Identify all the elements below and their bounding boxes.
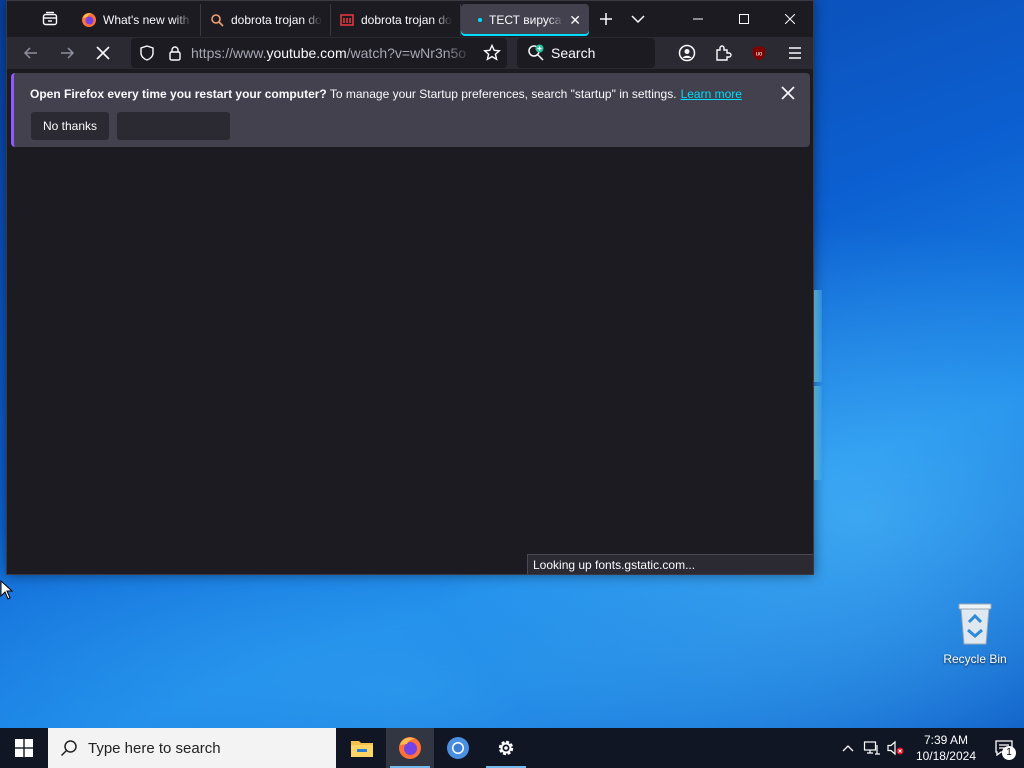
network-button[interactable]: [860, 728, 884, 768]
wallpaper-light-beam: [814, 290, 822, 382]
svg-text:uo: uo: [756, 52, 763, 58]
close-window-button[interactable]: [767, 1, 813, 37]
account-button[interactable]: [669, 37, 705, 69]
tracking-protection-shield-icon[interactable]: [139, 45, 155, 61]
startup-notification-bar: Open Firefox every time you restart your…: [11, 73, 810, 147]
recycle-bin-icon: [955, 600, 995, 646]
loading-dot-icon: [477, 12, 483, 28]
url-text[interactable]: https://www.youtube.com/watch?v=wNr3n5o: [191, 45, 473, 61]
recycle-bin[interactable]: Recycle Bin: [938, 600, 1012, 666]
url-bar[interactable]: https://www.youtube.com/watch?v=wNr3n5o: [131, 38, 507, 68]
close-icon: [781, 86, 795, 100]
tab-test-virus[interactable]: ТЕСТ вируса о ✕: [461, 4, 589, 36]
tab-dobrota-search[interactable]: dobrota trojan do: [201, 4, 331, 36]
firefox-view-icon: [42, 11, 58, 26]
chevron-down-icon: [631, 15, 645, 24]
url-path: /watch?v=wNr3n5o: [346, 45, 467, 61]
url-prefix: https://www.: [191, 45, 267, 61]
window-controls: [675, 1, 813, 37]
hamburger-menu-icon: [789, 47, 801, 59]
gear-icon: [498, 740, 514, 756]
firefox-view-button[interactable]: [27, 1, 73, 37]
tab-dobrota-site[interactable]: dobrota trojan do: [331, 4, 461, 36]
search-bar-placeholder: Search: [551, 45, 596, 61]
stop-loading-button[interactable]: [87, 37, 119, 69]
minimize-button[interactable]: [675, 1, 721, 37]
action-center-button[interactable]: 1: [984, 728, 1024, 768]
close-tab-icon[interactable]: ✕: [569, 12, 581, 29]
tab-title: dobrota trojan do: [231, 13, 322, 27]
learn-more-link[interactable]: Learn more: [681, 87, 742, 101]
file-explorer-taskbar-button[interactable]: [338, 728, 386, 768]
settings-taskbar-button[interactable]: [482, 728, 530, 768]
taskbar-search-placeholder: Type here to search: [88, 739, 221, 757]
minimize-icon: [693, 18, 703, 20]
puzzle-piece-icon: [716, 45, 732, 61]
tab-bar: What's new with dobrota trojan do dobrot…: [7, 1, 813, 37]
tab-title: ТЕСТ вируса о: [489, 13, 564, 27]
stop-icon: [96, 46, 110, 60]
no-thanks-button[interactable]: No thanks: [31, 112, 109, 140]
arrow-left-icon: [23, 47, 37, 59]
close-icon: [785, 14, 795, 24]
taskbar: Type here to search 7:39 AM 10/18/2024 1: [0, 728, 1024, 768]
mouse-cursor-icon: [0, 579, 14, 605]
search-icon: [60, 740, 77, 757]
toolbar-right: uo: [669, 37, 813, 69]
maximize-button[interactable]: [721, 1, 767, 37]
speaker-muted-icon: [887, 740, 904, 756]
show-hidden-icons-button[interactable]: [836, 728, 860, 768]
windows-logo-icon: [15, 739, 33, 757]
firefox-taskbar-button[interactable]: [386, 728, 434, 768]
tab-whats-new[interactable]: What's new with: [73, 4, 201, 36]
tab-title: dobrota trojan do: [361, 13, 452, 27]
notification-message: Open Firefox every time you restart your…: [30, 87, 742, 101]
file-explorer-icon: [351, 741, 373, 757]
status-panel: Looking up fonts.gstatic.com...: [527, 554, 813, 574]
network-icon: [863, 741, 880, 755]
close-notification-button[interactable]: [780, 85, 796, 101]
system-tray: 7:39 AM 10/18/2024 1: [836, 728, 1024, 768]
site-red-icon: [339, 12, 355, 28]
notification-bold-text: Open Firefox every time you restart your…: [30, 87, 327, 101]
clock-date: 10/18/2024: [915, 749, 976, 763]
navigation-toolbar: https://www.youtube.com/watch?v=wNr3n5o …: [7, 37, 813, 69]
url-host: youtube.com: [266, 45, 347, 61]
account-icon: [678, 44, 696, 62]
tab-title: What's new with: [103, 13, 190, 27]
clock-time: 7:39 AM: [923, 733, 968, 747]
chromium-taskbar-button[interactable]: [434, 728, 482, 768]
notification-count-badge: 1: [1002, 746, 1016, 760]
firefox-icon: [81, 12, 97, 28]
search-icon: [209, 12, 225, 28]
bookmark-star-icon[interactable]: [483, 44, 501, 62]
search-engine-icon[interactable]: [527, 44, 545, 62]
plus-icon: [600, 13, 612, 25]
arrow-right-icon: [61, 47, 75, 59]
volume-button[interactable]: [884, 728, 908, 768]
search-bar[interactable]: Search: [517, 38, 655, 68]
extensions-button[interactable]: [705, 37, 741, 69]
wallpaper-light-beam: [814, 386, 822, 480]
notification-text: To manage your Startup preferences, sear…: [326, 87, 677, 101]
taskbar-search-box[interactable]: Type here to search: [48, 728, 336, 768]
firefox-window: What's new with dobrota trojan do dobrot…: [6, 0, 814, 575]
ublock-origin-button[interactable]: uo: [741, 37, 777, 69]
new-tab-button[interactable]: [589, 1, 623, 37]
notification-secondary-button[interactable]: [117, 112, 230, 140]
ublock-origin-icon: uo: [753, 46, 765, 60]
forward-button[interactable]: [51, 37, 83, 69]
chevron-up-icon: [842, 745, 854, 752]
list-all-tabs-button[interactable]: [623, 1, 653, 37]
clock[interactable]: 7:39 AM 10/18/2024: [908, 732, 984, 764]
maximize-icon: [739, 14, 749, 24]
start-button[interactable]: [0, 728, 48, 768]
back-button[interactable]: [15, 37, 47, 69]
recycle-bin-label: Recycle Bin: [943, 652, 1007, 666]
firefox-icon: [399, 737, 421, 759]
lock-icon[interactable]: [167, 45, 183, 61]
app-menu-button[interactable]: [777, 37, 813, 69]
chromium-icon: [447, 737, 469, 759]
